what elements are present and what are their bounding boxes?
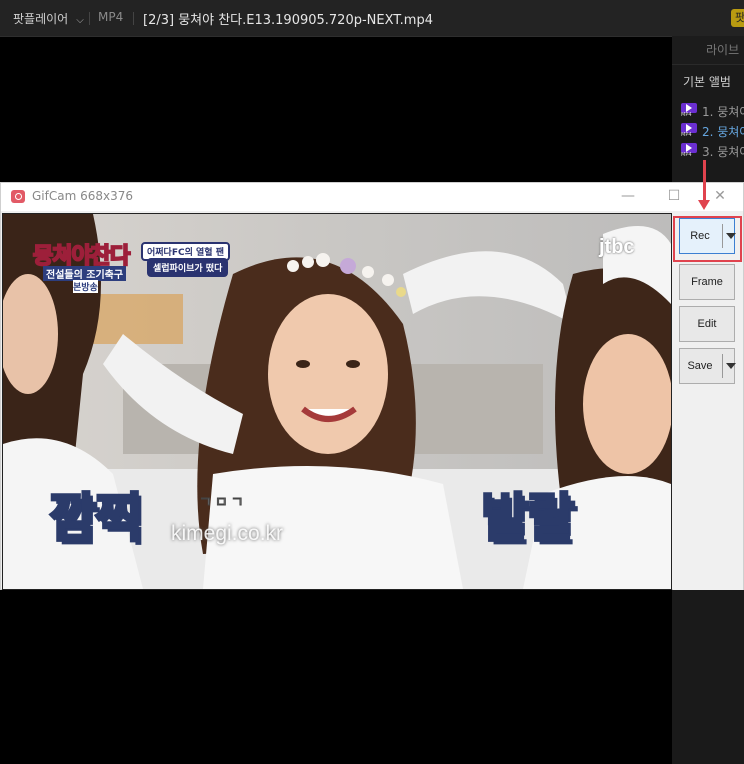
show-logo-tag: 본방송	[73, 280, 98, 293]
playlist-item[interactable]: MP4 1. 뭉쳐야 찬다	[681, 103, 744, 119]
gifcam-controls: Rec Frame Edit Save	[673, 213, 743, 590]
capture-area[interactable]: 뭉쳐야찬다 전설들의 조기축구 본방송 어쩌다FC의 열혈 팬 셀럽파이브가 떴…	[2, 213, 672, 590]
save-label: Save	[687, 360, 713, 372]
dropdown-arrow-icon[interactable]	[726, 363, 736, 369]
channel-logo: jtbc	[599, 236, 635, 258]
mp4-file-icon: MP4	[681, 103, 697, 118]
watermark: kimegi.co.kr	[171, 522, 284, 545]
caption-left-sub: ㄱㅁㄱ	[199, 495, 247, 512]
playlist-item-active[interactable]: MP4 2. 뭉쳐야 찬다	[681, 123, 744, 139]
annotation-arrow-head	[698, 200, 710, 210]
edit-button[interactable]: Edit	[679, 306, 735, 342]
app-menu-label: 팟플레이어	[13, 12, 69, 26]
show-logo-subtitle: 전설들의 조기축구	[43, 266, 127, 281]
playlist-item-label: 3. 뭉쳐야 찬다	[702, 145, 744, 159]
minimize-button[interactable]: —	[619, 187, 637, 205]
edit-label: Edit	[697, 318, 717, 330]
maximize-button[interactable]: ☐	[665, 187, 683, 205]
playlist-item-label: 2. 뭉쳐야 찬다	[702, 125, 744, 139]
camera-icon	[11, 190, 25, 203]
playlist-tabs: 라이브	[672, 36, 744, 65]
playlist-item[interactable]: MP4 3. 뭉쳐야 찬다	[681, 143, 744, 159]
caption-right-big: 발랄	[480, 488, 577, 551]
annotation-highlight-box	[673, 216, 742, 262]
album-title[interactable]: 기본 앨범	[683, 73, 731, 90]
frame-label: Frame	[691, 276, 723, 288]
brand-badge[interactable]: 팟	[731, 9, 744, 27]
gifcam-title-bar[interactable]: GifCam 668x376 — ☐ ✕	[1, 183, 743, 211]
divider	[722, 354, 723, 378]
chevron-down-icon: ⌵	[76, 15, 84, 26]
annotation-arrow	[703, 160, 706, 204]
divider	[133, 12, 134, 25]
divider	[89, 12, 90, 25]
mp4-file-icon: MP4	[681, 143, 697, 158]
player-title-bar: 팟플레이어 ⌵ MP4 [2/3] 뭉쳐야 찬다.E13.190905.720p-…	[0, 0, 744, 37]
format-label: MP4	[98, 10, 124, 24]
caption-left-big: 깜찍	[48, 488, 145, 551]
save-button[interactable]: Save	[679, 348, 736, 384]
frame-button[interactable]: Frame	[679, 264, 735, 300]
gifcam-window: GifCam 668x376 — ☐ ✕ 뭉쳐야찬다 전설들의 조기축구 본방송…	[0, 182, 744, 590]
playlist-item-label: 1. 뭉쳐야 찬다	[702, 105, 744, 119]
mp4-file-icon: MP4	[681, 123, 697, 138]
tab-live[interactable]: 라이브	[706, 41, 739, 58]
caption-2: 셀럽파이브가 떴다	[147, 258, 229, 277]
gifcam-title: GifCam 668x376	[32, 189, 134, 203]
close-button[interactable]: ✕	[711, 187, 729, 205]
app-menu-button[interactable]: 팟플레이어 ⌵	[13, 10, 84, 27]
file-title: [2/3] 뭉쳐야 찬다.E13.190905.720p-NEXT.mp4	[143, 13, 433, 28]
